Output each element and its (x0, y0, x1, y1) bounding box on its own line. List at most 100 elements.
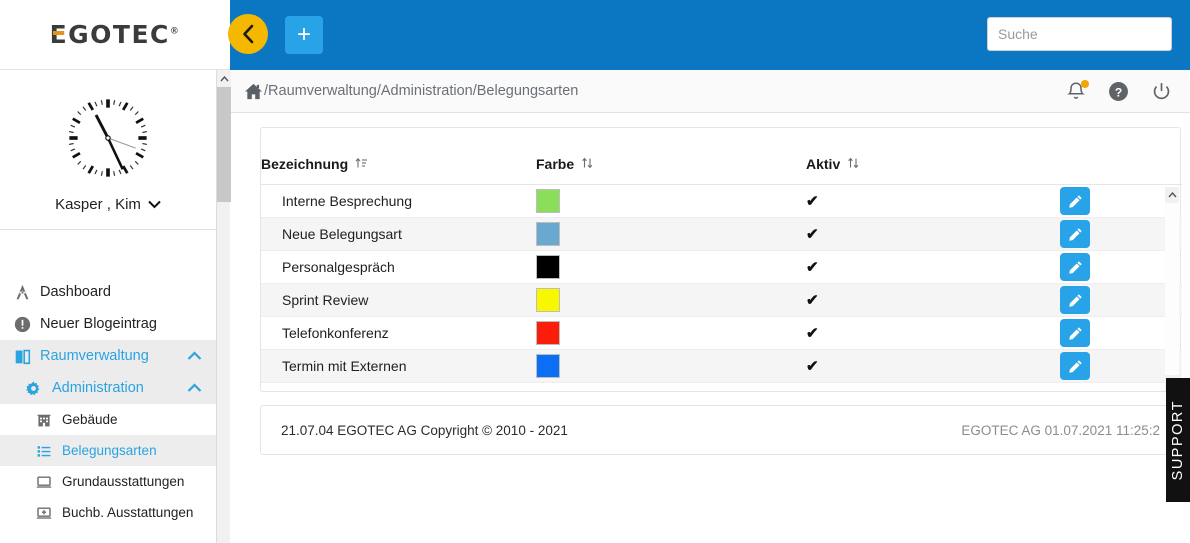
notification-bell-icon[interactable] (1066, 80, 1089, 102)
column-label: Farbe (536, 156, 575, 172)
sidebar-item-label: Grundausstattungen (62, 474, 185, 489)
edit-button[interactable] (1060, 187, 1090, 215)
column-header-aktiv[interactable]: Aktiv (806, 128, 1056, 185)
chevron-up-icon[interactable] (187, 349, 202, 364)
info-icon (14, 316, 40, 333)
table-header-row: Bezeichnung Farbe Aktiv (261, 128, 1182, 185)
monitor-plus-icon (36, 505, 62, 521)
cell-aktiv: ✔ (806, 283, 1056, 317)
dashboard-icon (14, 284, 40, 301)
check-icon: ✔ (806, 292, 819, 309)
color-swatch (536, 255, 560, 279)
cell-bezeichnung: Sprint Review (261, 283, 536, 317)
chevron-down-icon (148, 197, 161, 212)
support-tab[interactable]: SUPPORT (1166, 378, 1190, 502)
search-input[interactable] (987, 17, 1172, 51)
cell-actions (1056, 184, 1182, 218)
sort-both-icon[interactable] (581, 157, 594, 172)
add-button[interactable]: + (285, 16, 323, 54)
belegungsarten-table: Bezeichnung Farbe Aktiv Interne Besprech… (261, 128, 1182, 383)
table-row[interactable]: Telefonkonferenz ✔ (261, 316, 1182, 350)
table-row[interactable]: Sprint Review ✔ (261, 283, 1182, 317)
table-row[interactable]: Interne Besprechung ✔ (261, 184, 1182, 218)
user-name-label: Kasper , Kim (55, 196, 141, 213)
sidebar-item-buchb-ausstattungen[interactable]: Buchb. Ausstattungen (0, 497, 216, 528)
column-header-bezeichnung[interactable]: Bezeichnung (261, 128, 536, 185)
sort-both-icon[interactable] (847, 157, 860, 172)
sidebar-item-raumverwaltung[interactable]: Raumverwaltung (0, 340, 216, 372)
column-header-farbe[interactable]: Farbe (536, 128, 806, 185)
check-icon: ✔ (806, 325, 819, 342)
footer-copyright: 21.07.04 EGOTEC AG Copyright © 2010 - 20… (281, 422, 568, 438)
cell-farbe (536, 184, 806, 218)
cell-actions (1056, 316, 1182, 350)
sidebar-scrollbar[interactable] (216, 70, 231, 543)
color-swatch (536, 189, 560, 213)
brand-logo[interactable]: EGOTEC® (0, 0, 230, 70)
footer-timestamp: EGOTEC AG 01.07.2021 11:25:2 (961, 422, 1160, 438)
check-icon: ✔ (806, 259, 819, 276)
sidebar-item-gebaeude[interactable]: Gebäude (0, 404, 216, 435)
sidebar-item-label: Belegungsarten (62, 443, 157, 458)
cell-aktiv: ✔ (806, 184, 1056, 218)
scroll-up-icon[interactable] (217, 70, 231, 87)
sidebar-scrollbar-thumb[interactable] (217, 87, 231, 202)
cell-bezeichnung: Neue Belegungsart (261, 217, 536, 251)
chevron-up-icon[interactable] (187, 381, 202, 396)
cell-farbe (536, 283, 806, 317)
table-row[interactable]: Termin mit Externen ✔ (261, 349, 1182, 383)
sidebar-item-grundausstattungen[interactable]: Grundausstattungen (0, 466, 216, 497)
cell-bezeichnung: Termin mit Externen (261, 349, 536, 383)
sidebar-item-dashboard[interactable]: Dashboard (0, 276, 216, 308)
user-menu[interactable]: Kasper , Kim (0, 196, 216, 213)
header-actions: ? (1066, 70, 1172, 113)
gear-icon (26, 380, 52, 396)
app-root: EGOTEC® Kasper , Kim Dashboard Neuer Blo… (0, 0, 1190, 543)
edit-button[interactable] (1060, 253, 1090, 281)
sidebar-item-belegungsarten[interactable]: Belegungsarten (0, 435, 216, 466)
belegungsarten-table-card: Bezeichnung Farbe Aktiv Interne Besprech… (260, 127, 1182, 392)
check-icon: ✔ (806, 193, 819, 210)
sidebar: EGOTEC® Kasper , Kim Dashboard Neuer Blo… (0, 0, 231, 543)
support-tab-label: SUPPORT (1170, 399, 1186, 481)
cell-actions (1056, 283, 1182, 317)
power-icon[interactable] (1151, 81, 1172, 102)
cell-farbe (536, 250, 806, 284)
table-scrollbar-thumb[interactable] (1165, 203, 1179, 375)
edit-button[interactable] (1060, 286, 1090, 314)
cell-farbe (536, 316, 806, 350)
list-icon (36, 443, 62, 459)
logo-accent-bar (52, 31, 64, 35)
check-icon: ✔ (806, 226, 819, 243)
sort-asc-icon[interactable] (355, 157, 368, 172)
table-row[interactable]: Personalgespräch ✔ (261, 250, 1182, 284)
check-icon: ✔ (806, 358, 819, 375)
sidebar-item-label: Dashboard (40, 284, 111, 300)
color-swatch (536, 321, 560, 345)
logo-word: EGOTEC (49, 20, 170, 49)
cell-aktiv: ✔ (806, 217, 1056, 251)
cell-actions (1056, 250, 1182, 284)
cell-actions (1056, 217, 1182, 251)
scroll-up-icon[interactable] (1165, 187, 1179, 203)
cell-bezeichnung: Personalgespräch (261, 250, 536, 284)
edit-button[interactable] (1060, 319, 1090, 347)
column-header-actions (1056, 128, 1182, 185)
back-button[interactable] (228, 14, 268, 54)
edit-button[interactable] (1060, 220, 1090, 248)
top-bar: + (230, 0, 1190, 70)
edit-button[interactable] (1060, 352, 1090, 380)
cell-aktiv: ✔ (806, 250, 1056, 284)
home-icon[interactable] (244, 82, 263, 101)
sidebar-item-neuer-blogeintrag[interactable]: Neuer Blogeintrag (0, 308, 216, 340)
cell-bezeichnung: Interne Besprechung (261, 184, 536, 218)
breadcrumb[interactable]: /Raumverwaltung/Administration/Belegungs… (244, 82, 578, 101)
help-icon[interactable]: ? (1108, 81, 1129, 102)
table-head: Bezeichnung Farbe Aktiv (261, 128, 1182, 185)
table-scrollbar[interactable] (1165, 187, 1179, 391)
breadcrumb-bar: /Raumverwaltung/Administration/Belegungs… (230, 70, 1190, 113)
sidebar-item-administration[interactable]: Administration (0, 372, 216, 404)
cell-aktiv: ✔ (806, 316, 1056, 350)
table-row[interactable]: Neue Belegungsart ✔ (261, 217, 1182, 251)
user-panel: Kasper , Kim (0, 70, 216, 230)
